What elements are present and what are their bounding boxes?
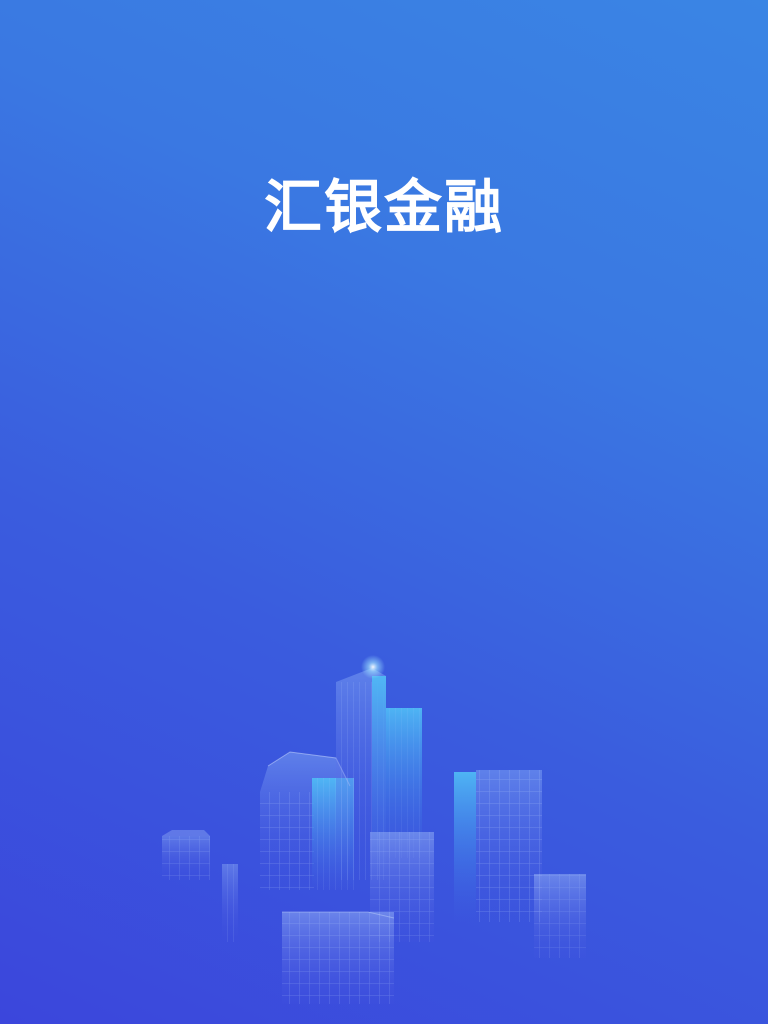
splash-screen: 汇银金融: [0, 0, 768, 1024]
building-front-bottom: [282, 911, 395, 1004]
building-far-left: [162, 830, 210, 880]
city-skyline-illustration: [162, 655, 586, 1004]
building-far-right: [534, 874, 586, 958]
app-brand-title: 汇银金融: [263, 173, 504, 241]
building-right-office: [454, 770, 542, 922]
building-thin-tower: [222, 864, 238, 942]
